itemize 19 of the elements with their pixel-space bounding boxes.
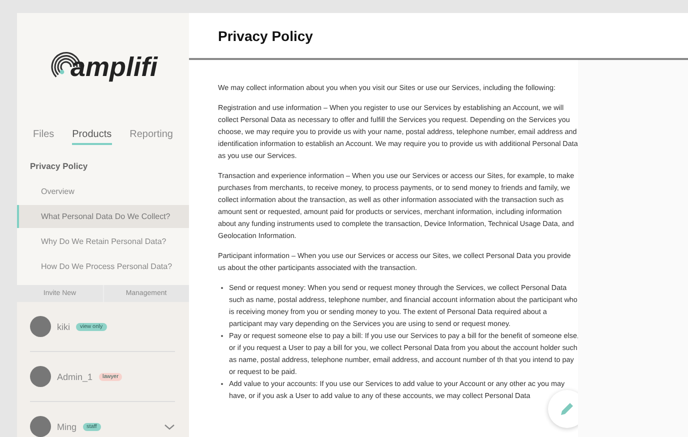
user-name: Admin_1	[57, 372, 93, 382]
nav-tab[interactable]: Products	[72, 127, 112, 145]
sidebar-item[interactable]: Why Do We Retain Personal Data?	[17, 230, 189, 253]
chevron-icon[interactable]	[164, 424, 175, 430]
page-title: Privacy Policy	[218, 28, 313, 44]
sidebar-item[interactable]: What Personal Data Do We Collect?	[17, 205, 189, 228]
sidebar-item[interactable]: Overview	[17, 180, 189, 203]
nav-tab[interactable]: Files	[33, 127, 54, 145]
avatar	[30, 366, 51, 387]
nav-tab[interactable]: Reporting	[130, 127, 173, 145]
user-name: kiki	[57, 322, 70, 332]
logo-text: amplifi	[70, 54, 158, 80]
section-heading: Privacy Policy	[30, 161, 89, 171]
pencil-icon	[558, 400, 576, 418]
avatar	[30, 416, 51, 437]
user-name: Ming	[57, 422, 77, 432]
avatar	[30, 316, 51, 337]
edit-button[interactable]	[548, 390, 578, 428]
sidebar-item[interactable]: How Do We Process Personal Data?	[17, 255, 189, 278]
